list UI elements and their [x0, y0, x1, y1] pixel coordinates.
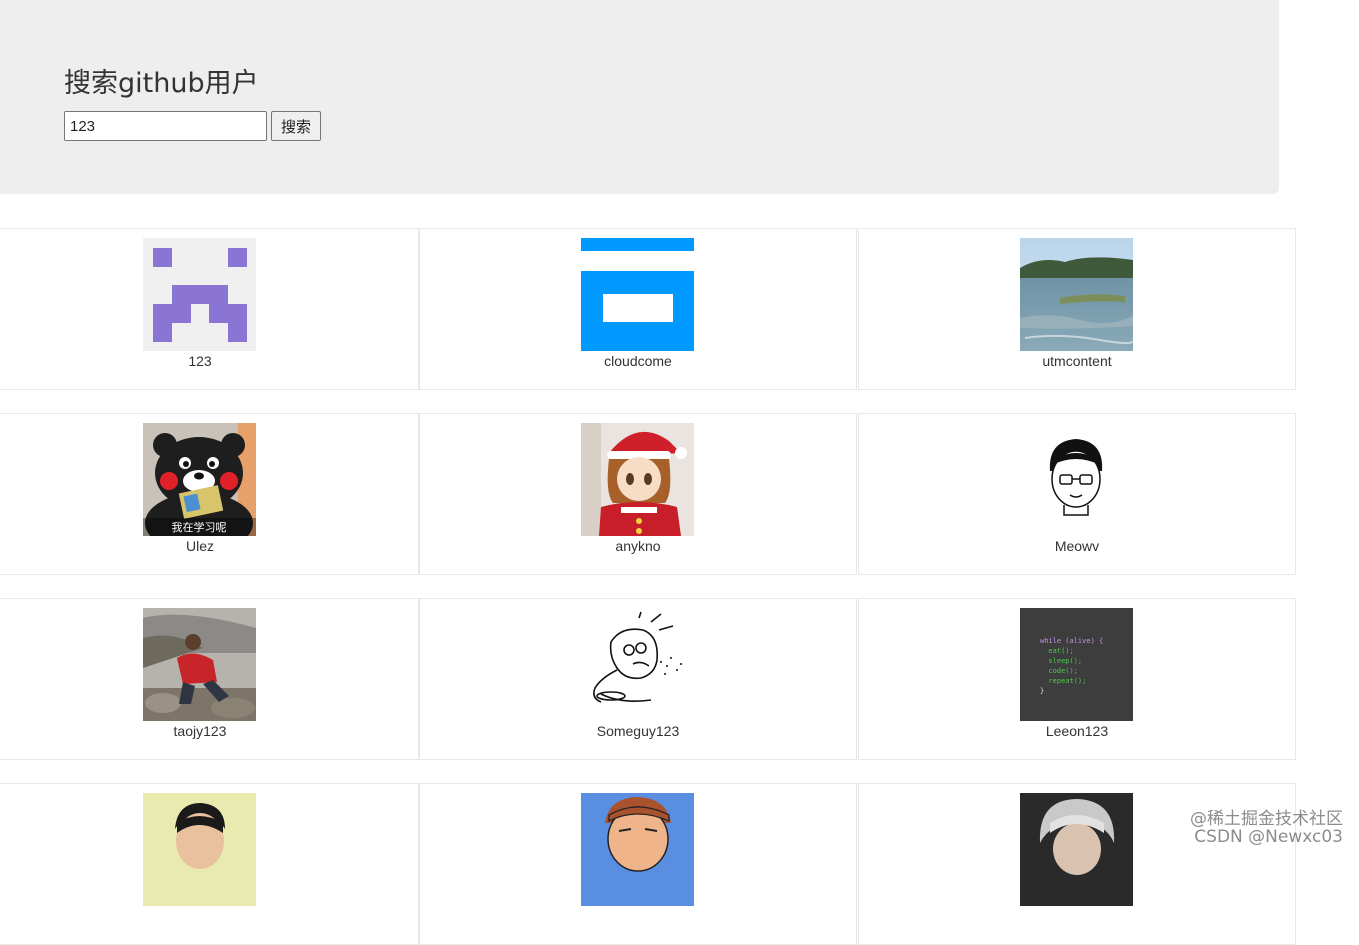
- user-card: Someguy123: [419, 598, 857, 760]
- kumamon-bear-icon: 我在学习呢: [143, 423, 256, 536]
- user-login: utmcontent: [1042, 353, 1112, 369]
- user-avatar-link[interactable]: [1020, 238, 1133, 351]
- user-card: anykno: [419, 413, 857, 575]
- code-line: repeat();: [1040, 677, 1086, 685]
- search-button[interactable]: 搜索: [271, 111, 321, 141]
- user-login: 123: [188, 353, 212, 369]
- code-line: eat();: [1040, 647, 1074, 655]
- user-card: 123: [0, 228, 419, 390]
- blue-g-logo-icon: [581, 238, 694, 351]
- search-input[interactable]: [64, 111, 267, 141]
- purple-identicon-icon: [143, 238, 256, 351]
- lake-landscape-icon: [1020, 238, 1133, 351]
- user-login: anykno: [615, 538, 661, 554]
- user-card: Meowv: [858, 413, 1296, 575]
- user-avatar-link[interactable]: [581, 608, 694, 721]
- anime-girl-santa-icon: [581, 423, 694, 536]
- user-login: Leeon123: [1045, 723, 1109, 739]
- avatar-caption: 我在学习呢: [172, 520, 227, 534]
- user-card: [0, 783, 419, 945]
- code-snippet-icon: while (alive) { eat(); sleep(); code(); …: [1020, 608, 1133, 721]
- user-login: Ulez: [185, 538, 214, 554]
- cartoon-boy-icon: [1020, 423, 1133, 536]
- code-line: sleep();: [1040, 657, 1082, 665]
- user-login: cloudcome: [604, 353, 672, 369]
- comic-man-face-icon: [581, 793, 694, 906]
- user-avatar-link[interactable]: while (alive) { eat(); sleep(); code(); …: [1020, 608, 1133, 721]
- watermark-line: @稀土掘金技术社区: [1190, 809, 1343, 829]
- watermark-line: CSDN @Newxc03: [1194, 827, 1343, 847]
- user-avatar-link[interactable]: [1020, 423, 1133, 536]
- user-card: [419, 783, 857, 945]
- user-card: cloudcome: [419, 228, 857, 390]
- silver-hair-avatar-icon: [1020, 793, 1133, 906]
- watermark: @稀土掘金技术社区 CSDN @Newxc03: [1190, 810, 1343, 846]
- user-login: Meowv: [1054, 538, 1100, 554]
- code-line: code();: [1040, 667, 1078, 675]
- young-man-photo-icon: [143, 793, 256, 906]
- user-avatar-link[interactable]: [581, 423, 694, 536]
- user-avatar-link[interactable]: 我在学习呢: [143, 423, 256, 536]
- user-card: [858, 783, 1296, 945]
- user-login: taojy123: [173, 723, 227, 739]
- search-jumbotron: 搜索github用户 搜索: [0, 0, 1279, 194]
- cereal-guy-meme-icon: [581, 608, 694, 721]
- user-avatar-link[interactable]: [1020, 793, 1133, 906]
- code-line: }: [1040, 687, 1044, 695]
- user-avatar-link[interactable]: [581, 793, 694, 906]
- code-line: while (alive) {: [1040, 637, 1103, 645]
- user-card: taojy123: [0, 598, 419, 760]
- user-avatar-link[interactable]: [143, 608, 256, 721]
- user-avatar-link[interactable]: [143, 238, 256, 351]
- user-card: 我在学习呢 Ulez: [0, 413, 419, 575]
- user-avatar-link[interactable]: [581, 238, 694, 351]
- page-title: 搜索github用户: [64, 68, 259, 99]
- user-card: utmcontent: [858, 228, 1296, 390]
- user-card: while (alive) { eat(); sleep(); code(); …: [858, 598, 1296, 760]
- user-avatar-link[interactable]: [143, 793, 256, 906]
- man-red-jacket-icon: [143, 608, 256, 721]
- user-login: Someguy123: [596, 723, 680, 739]
